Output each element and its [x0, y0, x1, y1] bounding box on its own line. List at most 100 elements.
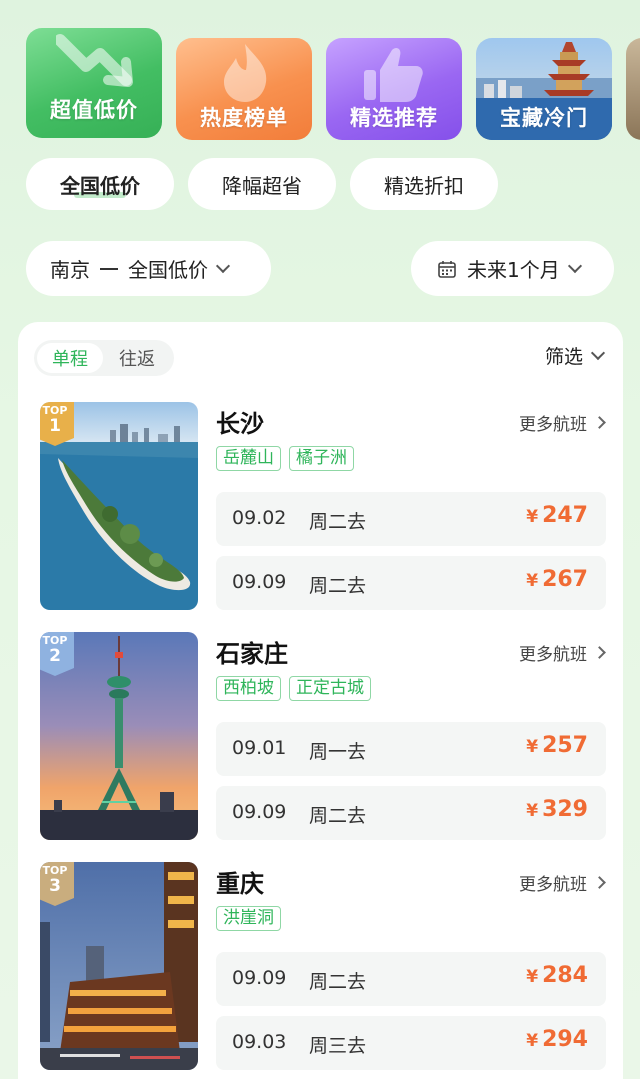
chevron-right-icon: [593, 646, 606, 659]
currency-symbol: ¥: [526, 737, 539, 757]
price-value: 294: [542, 1027, 588, 1052]
flight-option[interactable]: 09.09 周二去 ¥284: [216, 952, 606, 1006]
chip-selected-discount[interactable]: 精选折扣: [350, 158, 498, 210]
flight-option[interactable]: 09.02 周二去 ¥247: [216, 492, 606, 546]
tile-featured[interactable]: 精选推荐: [326, 38, 462, 140]
more-flights-label: 更多航班: [519, 645, 587, 665]
destination-card[interactable]: TOP 3 重庆 更多航班 洪崖洞 09.09 周二去 ¥284 09.03 周…: [40, 862, 610, 1074]
rank-badge-number: 3: [49, 876, 61, 896]
attraction-tag: 岳麓山: [216, 446, 281, 471]
destination-card[interactable]: TOP 1 长沙 更多航班 岳麓山 橘子洲 09.02 周二去 ¥247 09.…: [40, 402, 610, 614]
attraction-tag: 正定古城: [289, 676, 371, 701]
attraction-tags: 岳麓山 橘子洲: [216, 446, 354, 471]
tile-label: 精选推荐: [350, 106, 438, 130]
tile-super-low-price[interactable]: 超值低价: [26, 28, 162, 138]
price-value: 329: [542, 797, 588, 822]
more-flights-label: 更多航班: [519, 875, 587, 895]
flight-weekday: 周二去: [309, 511, 367, 533]
flight-date: 09.02: [232, 507, 287, 529]
flight-option[interactable]: 09.01 周一去 ¥257: [216, 722, 606, 776]
results-panel: 单程 往返 筛选 TOP 1 长沙 更多航班 岳麓山 橘子洲 09.02 周二去…: [18, 322, 623, 1079]
filter-label: 筛选: [544, 346, 583, 368]
flight-weekday: 周二去: [309, 575, 367, 597]
city-name: 石家庄: [216, 640, 288, 668]
price-value: 257: [542, 733, 588, 758]
destination-photo: TOP 2: [40, 632, 198, 840]
currency-symbol: ¥: [526, 1031, 539, 1051]
attraction-tags: 西柏坡 正定古城: [216, 676, 371, 701]
arrow-down-trend-icon: [56, 34, 133, 87]
chevron-down-icon: [215, 258, 231, 273]
price-value: 267: [542, 567, 588, 592]
filter-button[interactable]: 筛选: [544, 342, 606, 369]
tile-label: 宝藏冷门: [500, 106, 588, 130]
route-dash: [100, 267, 118, 270]
flame-icon: [224, 44, 267, 102]
flight-price: ¥247: [526, 503, 588, 528]
chevron-down-icon: [590, 345, 606, 360]
currency-symbol: ¥: [526, 801, 539, 821]
flight-date: 09.09: [232, 571, 287, 593]
rank-badge-number: 2: [49, 646, 61, 666]
chip-label: 全国低价: [60, 173, 140, 198]
more-flights-label: 更多航班: [519, 415, 587, 435]
flight-price: ¥284: [526, 963, 588, 988]
rank-badge: TOP 3: [40, 862, 74, 906]
city-name: 重庆: [216, 870, 264, 898]
round-trip-option[interactable]: 往返: [104, 343, 170, 373]
more-flights-link[interactable]: 更多航班: [519, 870, 606, 895]
date-range-selector[interactable]: 未来1个月: [411, 241, 614, 296]
attraction-tag: 西柏坡: [216, 676, 281, 701]
chevron-down-icon: [567, 258, 582, 273]
flight-date: 09.09: [232, 801, 287, 823]
flight-option[interactable]: 09.09 周二去 ¥267: [216, 556, 606, 610]
currency-symbol: ¥: [526, 571, 539, 591]
flight-weekday: 周二去: [309, 971, 367, 993]
flight-option[interactable]: 09.03 周三去 ¥294: [216, 1016, 606, 1070]
chip-national-low-price[interactable]: 全国低价: [26, 158, 174, 210]
city-name: 长沙: [216, 410, 264, 438]
origin-city: 南京: [50, 258, 90, 282]
attraction-tag: 洪崖洞: [216, 906, 281, 931]
flight-price: ¥257: [526, 733, 588, 758]
chevron-right-icon: [593, 876, 606, 889]
flight-date: 09.01: [232, 737, 287, 759]
one-way-option[interactable]: 单程: [37, 343, 103, 373]
destination-photo: TOP 3: [40, 862, 198, 1070]
chip-label: 降幅超省: [222, 173, 302, 198]
attraction-tag: 橘子洲: [289, 446, 354, 471]
tile-partial[interactable]: [626, 38, 640, 140]
trip-type-toggle: 单程 往返: [34, 340, 174, 376]
route-selector[interactable]: 南京 全国低价: [26, 241, 271, 296]
category-tiles: 超值低价 热度榜单 精选推荐 宝藏冷门: [26, 28, 640, 140]
rank-badge: TOP 2: [40, 632, 74, 676]
thumbs-up-icon: [364, 48, 423, 102]
destination-photo: TOP 1: [40, 402, 198, 610]
tile-label: 热度榜单: [200, 106, 288, 130]
chip-label: 精选折扣: [384, 173, 464, 198]
flight-weekday: 周一去: [309, 741, 367, 763]
more-flights-link[interactable]: 更多航班: [519, 410, 606, 435]
rank-badge-number: 1: [49, 416, 61, 436]
flight-price: ¥329: [526, 797, 588, 822]
flight-weekday: 周三去: [309, 1035, 367, 1057]
attraction-tags: 洪崖洞: [216, 906, 281, 931]
currency-symbol: ¥: [526, 967, 539, 987]
rank-badge: TOP 1: [40, 402, 74, 446]
flight-date: 09.03: [232, 1031, 287, 1053]
flight-price: ¥294: [526, 1027, 588, 1052]
tile-hot-ranking[interactable]: 热度榜单: [176, 38, 312, 140]
flight-price: ¥267: [526, 567, 588, 592]
more-flights-link[interactable]: 更多航班: [519, 640, 606, 665]
date-range-label: 未来1个月: [467, 258, 560, 282]
flight-date: 09.09: [232, 967, 287, 989]
tile-hidden-gems[interactable]: 宝藏冷门: [476, 38, 612, 140]
chip-price-drop[interactable]: 降幅超省: [188, 158, 336, 210]
chevron-right-icon: [593, 416, 606, 429]
flight-weekday: 周二去: [309, 805, 367, 827]
destination-card[interactable]: TOP 2 石家庄 更多航班 西柏坡 正定古城 09.01 周一去 ¥257 0…: [40, 632, 610, 844]
destination-scope: 全国低价: [128, 258, 208, 282]
price-value: 284: [542, 963, 588, 988]
flight-option[interactable]: 09.09 周二去 ¥329: [216, 786, 606, 840]
price-value: 247: [542, 503, 588, 528]
